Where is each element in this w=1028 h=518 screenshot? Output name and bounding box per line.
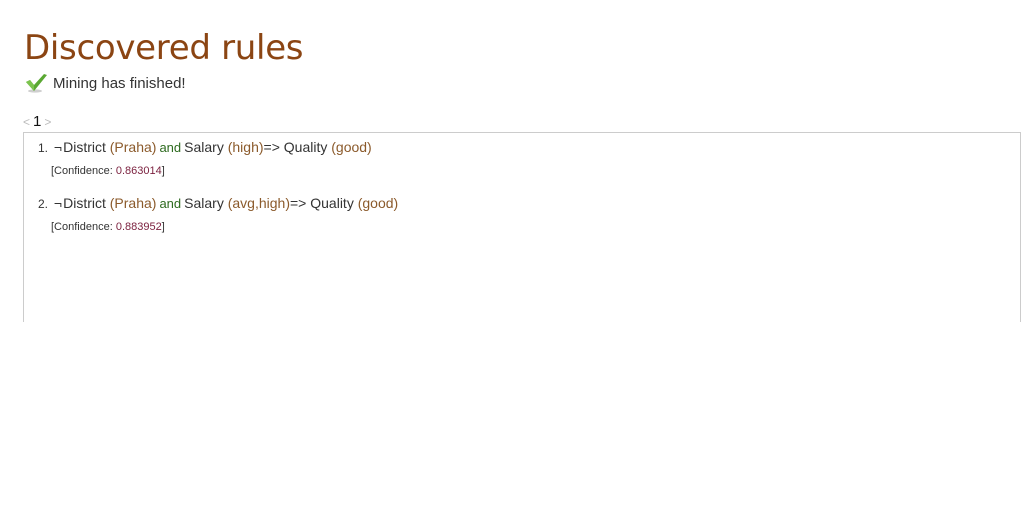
pager-next-button[interactable]: > <box>44 114 51 130</box>
negation-symbol: ¬ <box>53 195 63 211</box>
status-text: Mining has finished! <box>53 74 186 92</box>
page-title: Discovered rules <box>24 28 304 68</box>
second-value: (high) <box>227 139 264 155</box>
implication-arrow: => <box>290 195 307 211</box>
consequent-value: (good) <box>331 139 372 155</box>
antecedent-attribute: District <box>63 195 106 211</box>
rule-number: 2. <box>38 197 49 211</box>
connector: and <box>159 196 182 211</box>
confidence-close: ] <box>161 165 165 177</box>
rule-confidence: [Confidence: 0.863014] <box>51 164 372 178</box>
confidence-label: [Confidence: <box>51 165 116 177</box>
connector: and <box>159 140 182 155</box>
confidence-value: 0.863014 <box>115 165 162 177</box>
negation-symbol: ¬ <box>53 139 63 155</box>
rule-confidence: [Confidence: 0.883952] <box>51 220 398 234</box>
pager-prev-button[interactable]: < <box>23 114 30 130</box>
second-value: (avg,high) <box>227 195 290 211</box>
consequent-attribute: Quality <box>283 139 328 155</box>
rule-text: 1. ¬District (Praha) and Salary (high)=> Q… <box>38 138 372 157</box>
implication-arrow: => <box>263 139 280 155</box>
consequent-attribute: Quality <box>310 195 354 211</box>
check-icon <box>24 72 48 94</box>
consequent-value: (good) <box>357 195 399 211</box>
confidence-label: [Confidence: <box>51 221 116 233</box>
pager-current-page[interactable]: 1 <box>33 114 41 130</box>
confidence-value: 0.883952 <box>115 221 162 233</box>
antecedent-value: (Praha) <box>109 139 157 155</box>
rule-number: 1. <box>38 141 49 155</box>
rules-list: 1. ¬District (Praha) and Salary (high)=> Q… <box>23 132 1021 322</box>
rule-text: 2. ¬District (Praha) and Salary (avg,high)… <box>38 194 398 213</box>
status-message: Mining has finished! <box>24 72 186 94</box>
confidence-close: ] <box>161 221 165 233</box>
antecedent-attribute: District <box>63 139 106 155</box>
second-attribute: Salary <box>184 139 224 155</box>
antecedent-value: (Praha) <box>109 195 157 211</box>
rule-item: 2. ¬District (Praha) and Salary (avg,high)… <box>38 194 398 234</box>
second-attribute: Salary <box>184 195 224 211</box>
pagination: < 1 > <box>23 114 51 130</box>
rule-item: 1. ¬District (Praha) and Salary (high)=> Q… <box>38 138 372 178</box>
